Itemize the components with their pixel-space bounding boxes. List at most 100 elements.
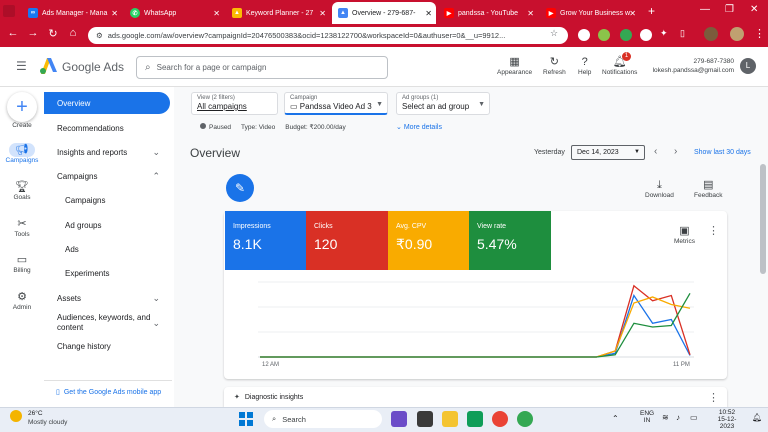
search-input[interactable]: ⌕ Search for a page or campaign: [136, 56, 388, 79]
rail-billing[interactable]: ▭ Billing: [0, 253, 44, 274]
back-icon[interactable]: ←: [6, 27, 20, 39]
tab-search-icon[interactable]: [3, 5, 15, 17]
sidebar-item-overview[interactable]: Overview: [44, 92, 170, 114]
wifi-icon[interactable]: ≋: [662, 413, 669, 422]
sidebar-item-campaigns[interactable]: Campaigns ⌃: [44, 165, 170, 187]
extensions-puzzle-icon[interactable]: ✦: [660, 28, 668, 39]
create-button[interactable]: +: [7, 92, 37, 122]
close-window-button[interactable]: ✕: [750, 4, 758, 15]
grammarly-icon[interactable]: [620, 29, 632, 41]
help-button[interactable]: ? Help: [578, 55, 591, 76]
sidebar-subitem-campaigns[interactable]: Campaigns: [44, 189, 170, 211]
ad-group-select[interactable]: Ad groups (1) Select an ad group ▼: [396, 92, 490, 115]
status-text: Paused: [209, 124, 232, 131]
sidebar-subitem-ad-groups[interactable]: Ad groups: [44, 214, 170, 236]
appearance-icon: ▦: [509, 56, 520, 68]
edit-fab-button[interactable]: ✎: [226, 174, 254, 202]
rail-goals[interactable]: 🏆︎ Goals: [0, 180, 44, 201]
close-icon[interactable]: ✕: [425, 9, 432, 18]
search-icon: ⌕: [145, 62, 151, 73]
tray-chevron-icon[interactable]: ⌃: [612, 414, 619, 423]
metric-view-rate[interactable]: View rate 5.47%: [469, 211, 551, 270]
taskbar-app-icon[interactable]: [467, 411, 483, 427]
more-details-link[interactable]: ⌄ More details: [396, 123, 442, 131]
view-filter-select[interactable]: View (2 filters) All campaigns: [191, 92, 278, 115]
date-picker[interactable]: Dec 14, 2023 ▼: [571, 145, 645, 160]
browser-menu-icon[interactable]: ⋮: [754, 27, 765, 40]
prev-date-icon[interactable]: ‹: [654, 146, 657, 157]
browser-tab-ads-manager[interactable]: ∞ Ads Manager - Mana ✕: [22, 2, 122, 24]
sidebar-item-assets[interactable]: Assets ⌄: [44, 287, 170, 309]
chrome-icon[interactable]: [517, 411, 533, 427]
new-tab-button[interactable]: +: [648, 4, 655, 18]
site-info-icon[interactable]: ⚙: [96, 31, 103, 40]
scrollbar-thumb[interactable]: [760, 164, 766, 274]
sidebar-item-recommendations[interactable]: Recommendations: [44, 117, 170, 139]
show-last-30-days-link[interactable]: Show last 30 days: [694, 149, 751, 156]
campaign-select[interactable]: Campaign ▭ Pandssa Video Ad 3 ▼: [284, 92, 388, 115]
feedback-button[interactable]: ▤ Feedback: [694, 178, 723, 199]
download-button[interactable]: ⤓ Download: [645, 178, 674, 199]
next-date-icon[interactable]: ›: [674, 146, 677, 157]
sidebar-subitem-experiments[interactable]: Experiments: [44, 262, 170, 284]
meta-icon: ∞: [28, 8, 38, 18]
sidebar-item-audiences[interactable]: Audiences, keywords, and content ⌄: [44, 311, 170, 335]
rail-tools[interactable]: ✂ Tools: [0, 217, 44, 238]
diagnostic-insights-header[interactable]: ✦ Diagnostic insights: [234, 393, 303, 402]
clock[interactable]: 10:52 15-12-2023: [712, 409, 742, 430]
close-icon[interactable]: ✕: [319, 9, 326, 18]
feedback-icon: ▤: [703, 179, 714, 191]
home-icon[interactable]: ⌂: [66, 27, 80, 39]
maximize-button[interactable]: ❐: [725, 4, 734, 15]
rail-campaigns[interactable]: 📢︎ Campaigns: [0, 143, 44, 164]
sidebar-item-change-history[interactable]: Change history: [44, 335, 170, 357]
mobile-app-link[interactable]: ▯ Get the Google Ads mobile app: [56, 388, 161, 397]
profile-avatar[interactable]: [704, 27, 718, 41]
sidepanel-icon[interactable]: ▯: [680, 28, 685, 39]
file-explorer-icon[interactable]: [442, 411, 458, 427]
sidebar-item-insights[interactable]: Insights and reports ⌄: [44, 141, 170, 163]
close-icon[interactable]: ✕: [213, 9, 220, 18]
profile-avatar[interactable]: [730, 27, 744, 41]
browser-tab-youtube[interactable]: ▶ pandssa - YouTube ✕: [438, 2, 538, 24]
forward-icon[interactable]: →: [26, 27, 40, 39]
browser-tab-overview[interactable]: ▲ Overview - 279-687- ✕: [332, 2, 436, 24]
taskbar-search[interactable]: ⌕ Search: [264, 410, 382, 428]
speaker-icon[interactable]: ♪: [676, 413, 680, 422]
chrome-icon[interactable]: [492, 411, 508, 427]
close-icon[interactable]: ✕: [111, 9, 118, 18]
metric-avg-cpv[interactable]: Avg. CPV ₹0.90: [388, 211, 469, 270]
minimize-button[interactable]: —: [700, 4, 710, 15]
url-bar[interactable]: ⚙ ads.google.com/aw/overview?campaignId=2…: [88, 27, 568, 44]
reload-icon[interactable]: ↻: [46, 27, 60, 40]
metric-impressions[interactable]: Impressions 8.1K: [225, 211, 306, 270]
hamburger-menu-icon[interactable]: ☰: [16, 59, 27, 73]
refresh-button[interactable]: ↻ Refresh: [543, 55, 566, 76]
windows-start-icon[interactable]: [238, 411, 254, 427]
more-options-icon[interactable]: ⋮: [708, 391, 719, 404]
browser-tab-grow-business[interactable]: ▶ Grow Your Business w ✕: [540, 2, 640, 24]
taskbar-app-icon[interactable]: [391, 411, 407, 427]
more-options-icon[interactable]: ⋮: [708, 224, 719, 237]
pencil-icon: ✎: [234, 181, 246, 195]
notification-center-icon[interactable]: 🔔︎: [752, 413, 762, 422]
task-view-icon[interactable]: [417, 411, 433, 427]
rail-admin[interactable]: ⚙ Admin: [0, 290, 44, 311]
metric-clicks[interactable]: Clicks 120: [306, 211, 388, 270]
close-icon[interactable]: ✕: [527, 9, 534, 18]
close-icon[interactable]: ✕: [629, 9, 636, 18]
extension-icon[interactable]: [578, 29, 590, 41]
extension-icon[interactable]: [598, 29, 610, 41]
bookmark-star-icon[interactable]: ☆: [550, 28, 558, 39]
browser-tab-whatsapp[interactable]: ✆ WhatsApp ✕: [124, 2, 224, 24]
appearance-button[interactable]: ▦ Appearance: [497, 55, 532, 76]
notifications-button[interactable]: 🔔︎ Notifications: [602, 55, 637, 76]
sidebar-subitem-ads[interactable]: Ads: [44, 238, 170, 260]
browser-tab-keyword-planner[interactable]: ▲ Keyword Planner - 27 ✕: [226, 2, 330, 24]
extension-icon[interactable]: [640, 29, 652, 41]
language-indicator[interactable]: ENG IN: [640, 410, 654, 424]
metrics-button[interactable]: ▣ Metrics: [674, 224, 695, 245]
chevron-down-icon: ⌄: [396, 124, 404, 131]
battery-icon[interactable]: ▭: [690, 413, 698, 422]
avatar[interactable]: L: [740, 58, 756, 74]
